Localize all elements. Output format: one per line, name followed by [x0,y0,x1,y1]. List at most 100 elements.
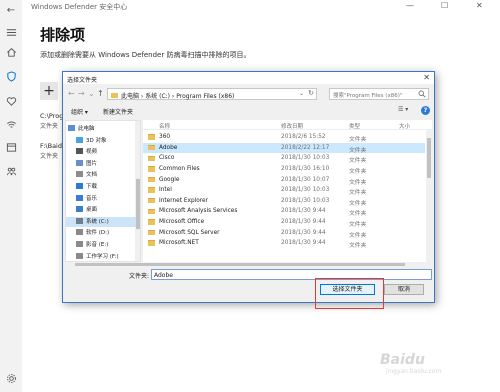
file-date: 2018/1/30 9:44 [281,229,326,236]
nav-item[interactable]: 软件 (D:) [66,228,136,238]
nav-item-label: 下载 [86,184,98,190]
nav-item[interactable]: 影音 (E:) [66,240,136,250]
folder-icon [148,187,155,193]
file-row[interactable]: Microsoft SQL Server 2018/1/30 9:44 文件夹 [143,227,425,239]
folder-name-input[interactable]: Adobe [151,269,432,280]
file-name: Common Files [159,166,200,173]
watermark: Baidu jingyan.baidu.com [380,352,441,375]
file-row[interactable]: Microsoft Analysis Services 2018/1/30 9:4… [143,206,425,217]
nav-item[interactable]: 此电脑 [66,124,136,134]
exclusion-item[interactable]: C:\Prog 文件夹 [40,112,63,130]
file-date: 2018/2/6 15:52 [281,134,326,141]
back-arrow-icon[interactable]: ← [68,89,75,98]
nav-item[interactable]: 桌面 [66,205,136,215]
search-placeholder: 搜索"Program Files (x86)" [333,93,403,99]
nav-item[interactable]: 图片 [66,159,136,169]
file-row[interactable]: Google 2018/1/30 10:07 文件夹 [143,174,425,186]
gear-icon[interactable] [5,372,17,384]
maximize-button[interactable]: ☐ [441,1,448,10]
column-size[interactable]: 大小 [399,122,410,130]
nav-item-label: 文档 [86,172,98,179]
watermark-logo: Baidu [380,352,425,368]
breadcrumb[interactable]: 此电脑 › 系统 (C:) › Program Files (x86) [121,93,234,100]
forward-arrow-icon[interactable]: → [78,89,85,98]
nav-item-label: 桌面 [86,207,98,214]
help-icon[interactable]: ? [421,106,430,115]
nav-item-label: 软件 (D:) [86,230,110,237]
family-icon[interactable] [5,165,17,177]
computer-icon [68,125,75,131]
minimize-button[interactable]: — [406,1,414,10]
file-row[interactable]: Cisco 2018/1/30 10:03 文件夹 [143,153,425,164]
pictures-icon [76,159,83,166]
column-name[interactable]: 名称 [159,122,170,130]
file-list-header: 名称 修改日期 类型 大小 [143,120,432,130]
view-toggle-button[interactable]: ☰ ▾ [398,106,408,113]
add-exclusion-button[interactable]: + [40,82,58,100]
organize-button[interactable]: 组织 ▾ [71,107,88,116]
address-bar[interactable]: 此电脑 › 系统 (C:) › Program Files (x86) ⌄ ↻ [107,88,317,100]
search-input[interactable]: 搜索"Program Files (x86)" [329,88,429,100]
nav-item[interactable]: 下载 [66,182,136,192]
heart-icon[interactable] [5,95,17,107]
file-row[interactable]: Adobe 2018/2/22 12:17 文件夹 [143,142,425,154]
file-row[interactable]: Intel 2018/1/30 10:03 文件夹 [143,185,425,196]
nav-item[interactable]: 3D 对象 [66,136,136,146]
new-folder-button[interactable]: 新建文件夹 [103,107,133,116]
menu-icon[interactable] [5,26,17,38]
recent-dropdown-icon[interactable]: ⌄ [88,89,95,98]
exclusion-type: 文件夹 [40,123,59,130]
select-folder-dialog: 选择文件夹 ✕ ← → ⌄ ↑ 此电脑 › 系统 (C:) › Program … [62,71,435,303]
exclusion-item[interactable]: F:\Baid 文件夹 [40,142,62,160]
home-icon[interactable] [5,46,17,58]
close-button[interactable]: ✕ [476,1,483,10]
file-date: 2018/1/30 9:44 [281,240,326,247]
file-list-scrollbar[interactable] [426,130,432,262]
file-date: 2018/1/30 9:44 [281,219,326,226]
nav-item[interactable]: 系统 (C:) [66,216,136,227]
file-name: Cisco [159,155,175,162]
shield-icon[interactable] [5,70,17,82]
browser-icon[interactable] [5,141,17,153]
nav-item[interactable]: 文档 [66,170,136,180]
file-row[interactable]: 360 2018/2/6 15:52 文件夹 [143,132,425,143]
file-name: Microsoft Analysis Services [159,208,238,215]
folder-icon [148,176,155,183]
file-row[interactable]: Internet Explorer 2018/1/30 10:03 文件夹 [143,196,425,207]
dialog-close-button[interactable]: ✕ [423,73,430,82]
nav-item[interactable]: 视频 [66,147,136,157]
drive-icon [76,241,83,247]
folder-icon [148,144,155,151]
chevron-down-icon[interactable]: ⌄ [299,90,304,97]
nav-item[interactable]: 工作学习 (F:) [66,252,136,261]
dialog-toolbar: 组织 ▾ 新建文件夹 ☰ ▾ ? [63,104,434,118]
file-name: Microsoft Office [159,219,205,226]
nav-item-label: 音乐 [86,195,98,202]
file-row[interactable]: Microsoft.NET 2018/1/30 9:44 文件夹 [143,238,425,249]
horizontal-scroll-thumb[interactable] [75,263,405,266]
file-list-scroll-thumb[interactable] [427,138,431,178]
cancel-button[interactable]: 取消 [384,284,424,295]
folder-icon [148,197,155,204]
drive-icon [76,229,83,236]
column-type[interactable]: 类型 [349,122,360,130]
nav-item-label: 视频 [86,149,98,156]
file-name: Internet Explorer [159,197,208,204]
folder-icon [148,155,155,162]
back-icon[interactable]: ← [5,4,17,16]
column-date[interactable]: 修改日期 [281,122,303,130]
horizontal-scrollbar[interactable] [65,262,432,267]
refresh-icon[interactable]: ↻ [308,89,314,97]
file-type: 文件夹 [349,243,367,250]
file-row[interactable]: Common Files 2018/1/30 16:10 文件夹 [143,164,425,175]
wifi-icon[interactable] [5,118,17,130]
nav-scroll-thumb[interactable] [136,179,140,229]
window-titlebar: Windows Defender 安全中心 — ☐ ✕ [22,0,500,14]
page-description: 添加或删除需要从 Windows Defender 防病毒扫描中排除的项目。 [40,51,251,59]
file-row[interactable]: Microsoft Office 2018/1/30 9:44 文件夹 [143,217,425,228]
annotation-highlight-box [315,278,384,309]
folder-icon [148,240,155,246]
up-arrow-icon[interactable]: ↑ [97,89,104,98]
file-name: 360 [159,134,171,141]
nav-item[interactable]: 音乐 [66,194,136,204]
